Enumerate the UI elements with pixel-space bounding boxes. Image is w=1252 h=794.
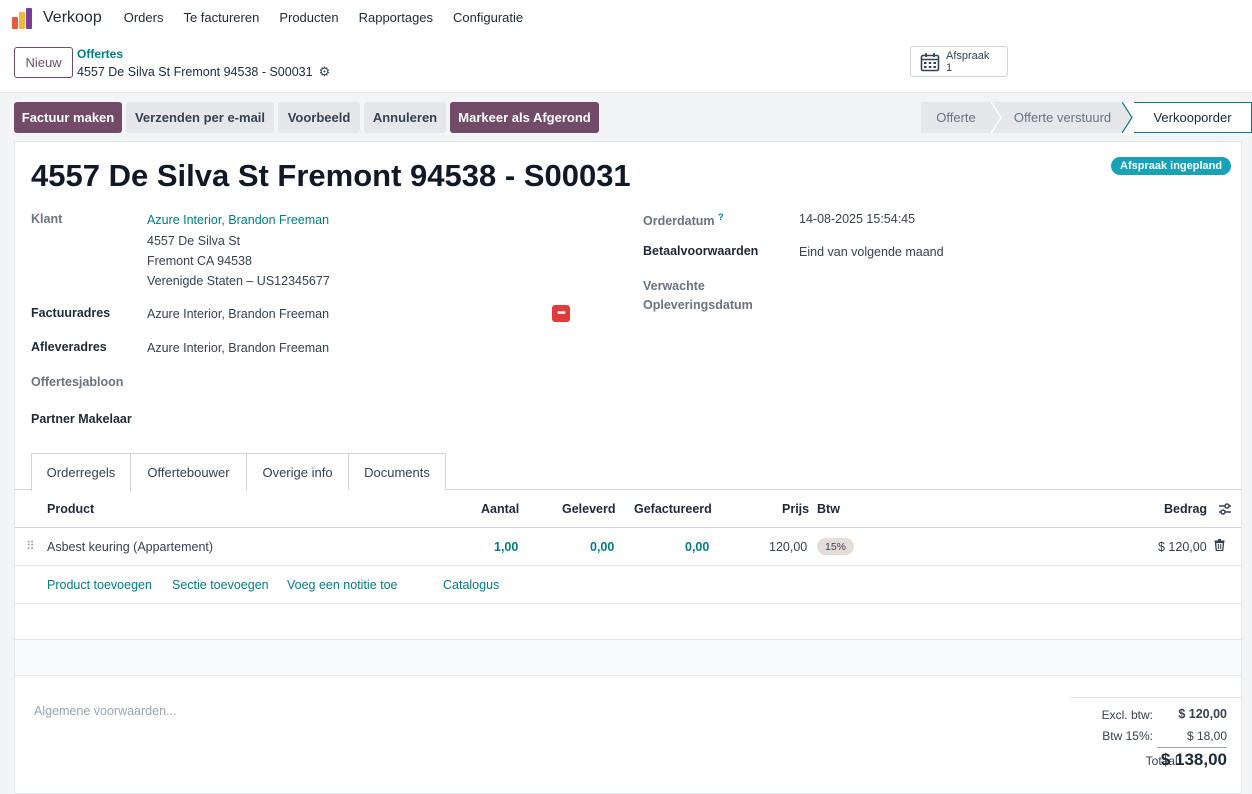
appointment-count: 1: [946, 61, 953, 74]
appointment-label: Afspraak: [946, 49, 990, 62]
top-navbar: Verkoop Orders Te factureren Producten R…: [0, 0, 1252, 35]
order-lines-header: Product Aantal Geleverd Gefactureerd Pri…: [15, 490, 1241, 528]
page-title: 4557 De Silva St Fremont 94538 - S00031: [31, 158, 631, 193]
menu-orders[interactable]: Orders: [124, 10, 164, 25]
row-quantity[interactable]: 1,00: [494, 540, 518, 554]
order-date-label: Orderdatum ?: [643, 212, 724, 228]
order-date-field[interactable]: 14-08-2025 15:54:45: [799, 212, 915, 226]
column-quantity[interactable]: Aantal: [481, 502, 519, 516]
customer-link[interactable]: Azure Interior, Brandon Freeman: [147, 213, 329, 227]
add-section-link[interactable]: Sectie toevoegen: [172, 578, 269, 592]
column-invoiced[interactable]: Gefactureerd: [634, 502, 712, 516]
breadcrumb-current: 4557 De Silva St Fremont 94538 - S00031 …: [77, 64, 330, 80]
gear-icon[interactable]: ⚙: [319, 64, 331, 80]
mark-done-button[interactable]: Markeer als Afgerond: [450, 102, 599, 133]
stage-active-arrow-icon: [1122, 102, 1134, 133]
breadcrumb-current-label: 4557 De Silva St Fremont 94538 - S00031: [77, 65, 313, 79]
stage-quotation-sent[interactable]: Offerte verstuurd: [1003, 102, 1122, 133]
column-price[interactable]: Prijs: [782, 502, 809, 516]
column-settings-icon[interactable]: [1218, 502, 1232, 516]
appointment-smart-text: Afspraak 1: [946, 50, 989, 74]
control-panel: Nieuw Offertes 4557 De Silva St Fremont …: [0, 35, 1252, 93]
add-note-link[interactable]: Voeg een notitie toe: [287, 578, 398, 592]
column-delivered[interactable]: Geleverd: [562, 502, 616, 516]
app-logo-icon[interactable]: [12, 7, 34, 29]
form-sheet: 4557 De Silva St Fremont 94538 - S00031 …: [14, 141, 1242, 794]
untaxed-label: Excl. btw:: [1101, 708, 1153, 722]
row-amount: $ 120,00: [1158, 540, 1207, 554]
table-row[interactable]: ⠿ Asbest keuring (Appartement) 1,00 0,00…: [15, 528, 1241, 566]
notebook-tabs: Orderregels Offertebouwer Overige info D…: [15, 453, 1241, 491]
partner-label: Partner Makelaar: [31, 412, 132, 426]
row-price[interactable]: 120,00: [769, 540, 807, 554]
column-tax[interactable]: Btw: [817, 502, 840, 516]
drag-handle-icon[interactable]: ⠿: [26, 539, 35, 553]
delivery-address-label: Afleveradres: [31, 340, 107, 354]
customer-address-line: Fremont CA 94538: [147, 254, 252, 268]
send-email-button[interactable]: Verzenden per e-mail: [126, 102, 274, 133]
tax-label: Btw 15%:: [1102, 729, 1153, 743]
row-invoiced[interactable]: 0,00: [685, 540, 709, 554]
preview-button[interactable]: Voorbeeld: [278, 102, 360, 133]
catalog-link[interactable]: Catalogus: [443, 578, 499, 592]
tax-value: $ 18,00: [1186, 729, 1227, 743]
cancel-button[interactable]: Annuleren: [364, 102, 446, 133]
row-product[interactable]: Asbest keuring (Appartement): [47, 540, 213, 554]
action-bar: Factuur maken Verzenden per e-mail Voorb…: [0, 94, 1252, 140]
row-tax-tag[interactable]: 15%: [817, 538, 855, 555]
empty-row: [15, 604, 1241, 640]
status-bar: Offerte Offerte verstuurd Verkooporder: [921, 102, 1252, 133]
payment-terms-field[interactable]: Eind van volgende maand: [799, 245, 944, 259]
template-label: Offertesjabloon: [31, 375, 124, 389]
tab-documents[interactable]: Documents: [348, 453, 446, 490]
column-amount[interactable]: Bedrag: [1164, 502, 1207, 516]
status-badge: Afspraak ingepland: [1111, 157, 1232, 175]
appointment-smart-button[interactable]: Afspraak 1: [910, 46, 1008, 77]
row-delivered[interactable]: 0,00: [590, 540, 614, 554]
expected-delivery-label: Opleveringsdatum: [643, 298, 753, 312]
order-date-label-text: Orderdatum: [643, 214, 715, 229]
menu-products[interactable]: Producten: [279, 10, 338, 25]
total-divider: [1157, 747, 1227, 748]
stage-sales-order[interactable]: Verkooporder: [1134, 102, 1252, 133]
help-icon[interactable]: ?: [718, 212, 724, 222]
customer-address-line: Verenigde Staten – US12345677: [147, 274, 330, 288]
invoice-address-label: Factuuradres: [31, 306, 111, 320]
add-line-row: Product toevoegen Sectie toevoegen Voeg …: [15, 566, 1241, 604]
menu-reporting[interactable]: Rapportages: [359, 10, 433, 25]
add-product-link[interactable]: Product toevoegen: [47, 578, 152, 592]
breadcrumb-parent[interactable]: Offertes: [77, 47, 123, 61]
empty-row: [15, 640, 1241, 676]
more-options-icon[interactable]: •••: [552, 305, 570, 322]
expected-delivery-label: Verwachte: [643, 279, 705, 293]
tab-quotation-builder[interactable]: Offertebouwer: [130, 453, 247, 490]
create-invoice-button[interactable]: Factuur maken: [14, 102, 122, 133]
untaxed-value: $ 120,00: [1178, 707, 1227, 721]
column-product[interactable]: Product: [47, 502, 94, 516]
totals-block: Excl. btw: $ 120,00 Btw 15%: $ 18,00 Tot…: [1069, 697, 1241, 769]
menu-configuration[interactable]: Configuratie: [453, 10, 523, 25]
trash-icon[interactable]: [1214, 539, 1225, 551]
stage-quotation[interactable]: Offerte: [921, 102, 991, 133]
customer-address-line: 4557 De Silva St: [147, 234, 241, 248]
invoice-address-field[interactable]: Azure Interior, Brandon Freeman: [147, 307, 329, 321]
tab-other-info[interactable]: Overige info: [246, 453, 349, 490]
menu-to-invoice[interactable]: Te factureren: [183, 10, 259, 25]
customer-label: Klant: [31, 212, 63, 226]
payment-terms-label: Betaalvoorwaarden: [643, 244, 759, 258]
total-value: $ 138,00: [1160, 750, 1227, 769]
delivery-address-field[interactable]: Azure Interior, Brandon Freeman: [147, 341, 329, 355]
new-button[interactable]: Nieuw: [14, 47, 73, 78]
calendar-icon: [920, 52, 940, 71]
app-name[interactable]: Verkoop: [43, 9, 102, 27]
stage-separator-icon: [991, 102, 1003, 133]
terms-input[interactable]: Algemene voorwaarden...: [34, 704, 176, 718]
tab-order-lines[interactable]: Orderregels: [31, 453, 131, 491]
